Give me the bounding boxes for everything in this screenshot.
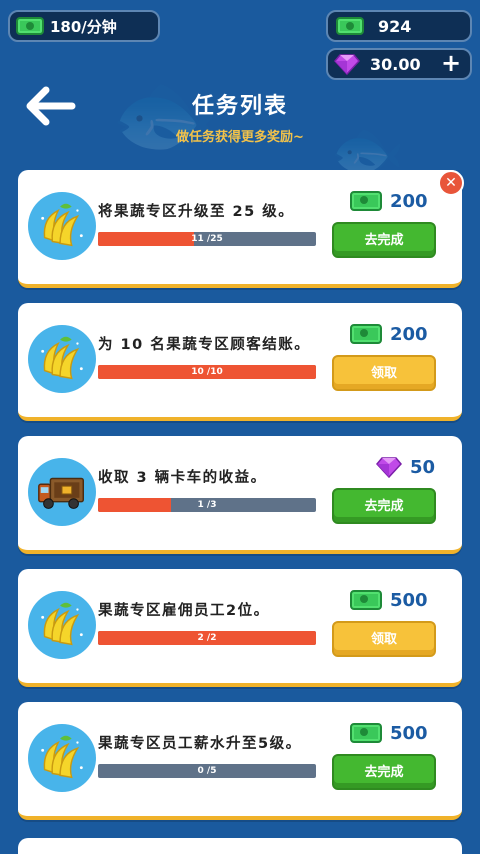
go-complete-button[interactable]: 去完成	[332, 754, 436, 790]
task-progress-bar: 10 /10	[98, 365, 316, 379]
gem-balance-value: 30.00	[370, 54, 421, 74]
task-progress-text: 2 /2	[197, 633, 217, 643]
task-list: 将果蔬专区升级至 25 级。 11 /25 200 去完成 ✕ 为 10 名果蔬…	[18, 170, 464, 835]
truck-icon	[28, 458, 96, 526]
task-reward: 50	[348, 454, 452, 480]
cash-balance-value: 924	[378, 16, 412, 36]
banana-icon	[28, 325, 96, 393]
cash-icon	[16, 17, 44, 35]
task-progress-text: 10 /10	[191, 367, 223, 377]
task-progress-text: 11 /25	[191, 234, 223, 244]
go-complete-button[interactable]: 去完成	[332, 488, 436, 524]
reward-amount: 500	[390, 722, 428, 744]
income-rate-value: 180/分钟	[50, 17, 117, 36]
cash-icon	[350, 723, 382, 743]
task-progress-text: 0 /5	[197, 766, 217, 776]
task-description: 为 10 名果蔬专区顾客结账。	[98, 337, 311, 353]
cash-balance-pill: 924	[326, 10, 472, 42]
task-description: 收取 3 辆卡车的收益。	[98, 470, 267, 486]
task-reward: 200	[348, 321, 452, 347]
claim-button[interactable]: 领取	[332, 621, 436, 657]
task-description: 果蔬专区雇佣员工2位。	[98, 603, 270, 619]
task-card: 收取 3 辆卡车的收益。 1 /3 50 去完成	[18, 436, 462, 554]
income-rate-pill: 180/分钟	[8, 10, 160, 42]
top-bar: 180/分钟 924	[8, 10, 472, 44]
cash-icon	[350, 324, 382, 344]
task-progress-bar: 11 /25	[98, 232, 316, 246]
task-progress-text: 1 /3	[197, 500, 217, 510]
close-icon[interactable]: ✕	[438, 170, 464, 196]
task-description: 将果蔬专区升级至 25 级。	[98, 204, 295, 220]
cash-icon	[350, 191, 382, 211]
page-subtitle: 做任务获得更多奖励~	[176, 130, 304, 145]
gem-balance-pill: 30.00 +	[326, 48, 472, 80]
task-progress-bar: 0 /5	[98, 764, 316, 778]
gem-icon	[376, 456, 402, 479]
gem-icon	[334, 53, 360, 76]
task-reward: 500	[348, 587, 452, 613]
add-gems-button[interactable]: +	[440, 51, 462, 76]
reward-amount: 50	[410, 456, 436, 478]
cash-icon	[350, 590, 382, 610]
task-card: 为 10 名果蔬专区顾客结账。 10 /10 200 领取	[18, 303, 462, 421]
next-task-card	[18, 838, 462, 854]
reward-amount: 200	[390, 190, 428, 212]
task-card: 将果蔬专区升级至 25 级。 11 /25 200 去完成 ✕	[18, 170, 464, 288]
go-complete-button[interactable]: 去完成	[332, 222, 436, 258]
cash-icon	[336, 17, 364, 35]
reward-amount: 200	[390, 323, 428, 345]
banana-icon	[28, 724, 96, 792]
task-reward: 200	[348, 188, 452, 214]
reward-amount: 500	[390, 589, 428, 611]
task-card: 果蔬专区员工薪水升至5级。 0 /5 500 去完成	[18, 702, 462, 820]
task-progress-bar: 2 /2	[98, 631, 316, 645]
task-description: 果蔬专区员工薪水升至5级。	[98, 736, 302, 752]
banana-icon	[28, 192, 96, 260]
claim-button[interactable]: 领取	[332, 355, 436, 391]
banana-icon	[28, 591, 96, 659]
page-title: 任务列表	[191, 94, 288, 119]
task-progress-bar: 1 /3	[98, 498, 316, 512]
task-reward: 500	[348, 720, 452, 746]
task-card: 果蔬专区雇佣员工2位。 2 /2 500 领取	[18, 569, 462, 687]
